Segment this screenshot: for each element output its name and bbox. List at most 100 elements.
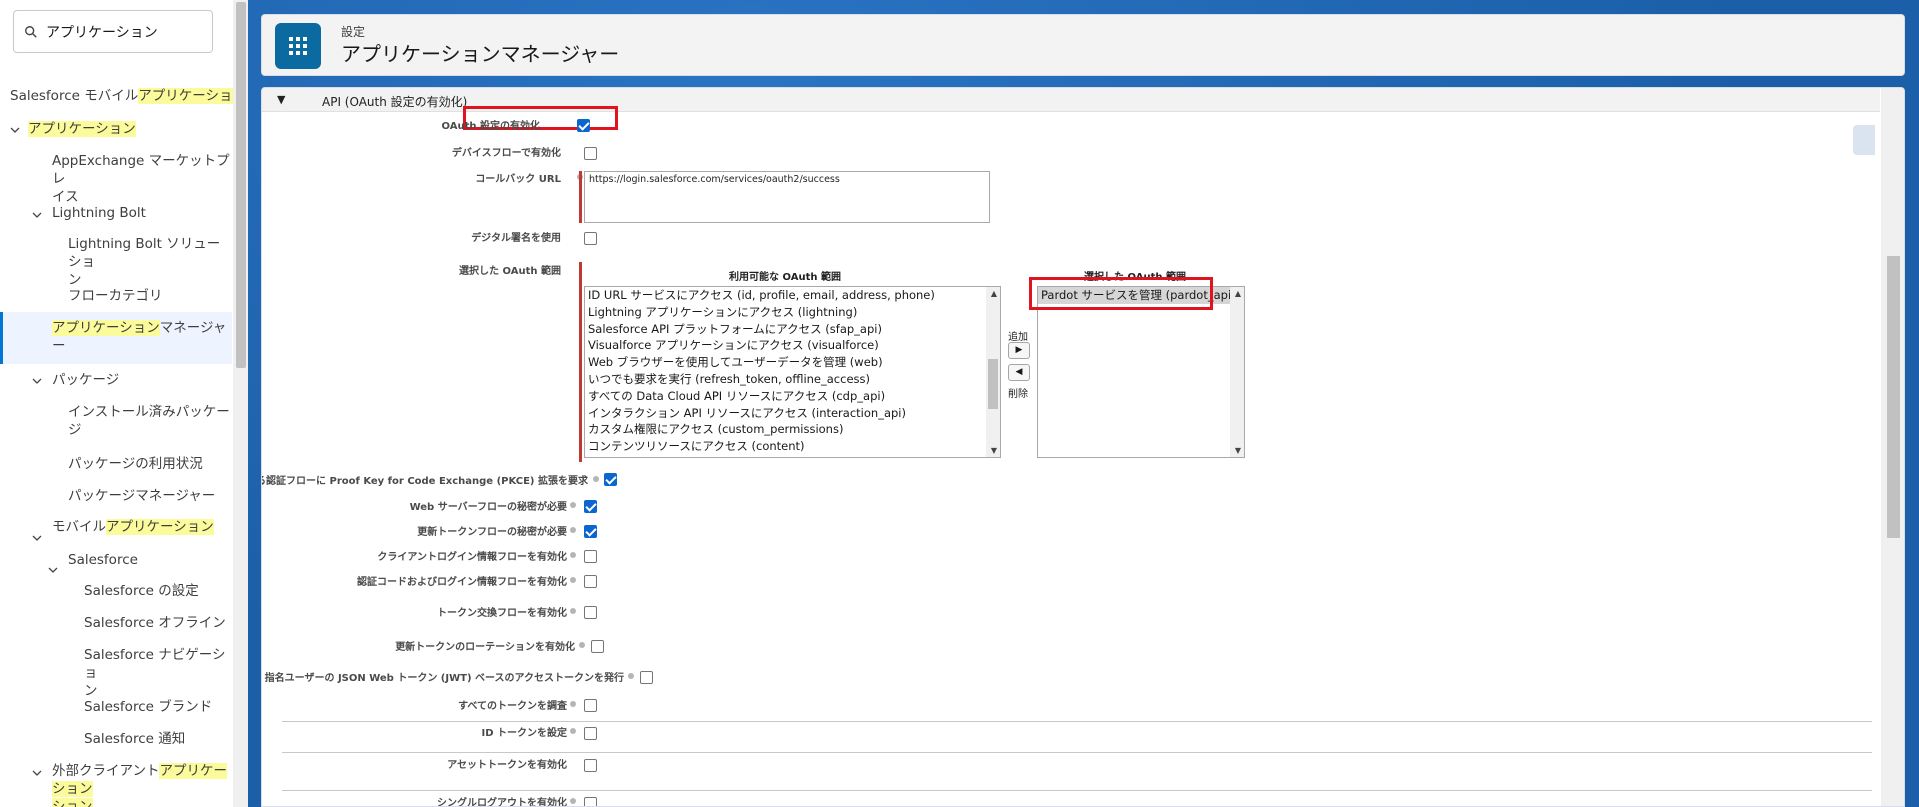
chevron-down-icon[interactable] xyxy=(47,564,59,576)
scope-option[interactable]: すべての Data Cloud API リソースにアクセス (cdp_api) xyxy=(585,388,1000,405)
search-input-value[interactable]: アプリケーション xyxy=(46,22,158,42)
scope-option[interactable]: ID URL サービスにアクセス (id, profile, email, ad… xyxy=(585,287,1000,304)
sidebar-item-salesforce-offline[interactable]: Salesforce オフライン xyxy=(84,614,226,632)
sidebar-item-flow-category[interactable]: フローカテゴリ xyxy=(68,287,163,305)
chevron-down-icon[interactable] xyxy=(9,124,21,136)
help-info-icon[interactable] xyxy=(579,642,585,648)
help-info-icon[interactable] xyxy=(570,527,576,533)
introspect-checkbox[interactable] xyxy=(584,699,597,712)
sidebar-item-lightning-bolt[interactable]: Lightning Bolt xyxy=(52,204,146,222)
app-grid-icon xyxy=(275,23,321,69)
auth-code-checkbox[interactable] xyxy=(584,575,597,588)
search-highlight: アプリケーション xyxy=(106,519,214,535)
sidebar-item-label: Lightning Bolt xyxy=(52,205,146,221)
token-exchange-checkbox[interactable] xyxy=(584,606,597,619)
sidebar-item-installed-packages[interactable]: インストール済みパッケー ジ xyxy=(68,403,232,439)
single-logout-label: シングルログアウトを有効化 xyxy=(437,798,567,807)
selected-scopes-listbox[interactable]: Pardot サービスを管理 (pardot_api) ▲ ▼ xyxy=(1037,286,1245,458)
sidebar-item-salesforce-settings[interactable]: Salesforce の設定 xyxy=(84,582,199,600)
scope-option[interactable]: Lightning アプリケーションにアクセス (lightning) xyxy=(585,304,1000,321)
token-exchange-label: トークン交換フローを有効化 xyxy=(437,608,567,619)
refresh-secret-label: 更新トークンフローの秘密が必要 xyxy=(417,527,567,538)
add-scope-button[interactable]: ▶ xyxy=(1008,342,1030,359)
help-info-icon[interactable] xyxy=(570,552,576,558)
quick-find-search[interactable]: アプリケーション xyxy=(13,10,213,53)
divider xyxy=(282,721,1872,722)
sidebar-item-package-manager[interactable]: パッケージマネージャー xyxy=(68,487,215,505)
help-info-icon[interactable] xyxy=(570,728,576,734)
asset-token-checkbox[interactable] xyxy=(584,759,597,772)
help-info-icon[interactable] xyxy=(570,577,576,583)
main-area: 設定 アプリケーションマネージャー ▼ API (OAuth 設定の有効化) O… xyxy=(248,0,1919,807)
listbox-scrollbar[interactable] xyxy=(1230,287,1244,457)
sidebar-item-bolt-solutions[interactable]: Lightning Bolt ソリューショ ン xyxy=(68,235,232,289)
add-label: 追加 xyxy=(1008,332,1028,343)
search-highlight: ション xyxy=(52,798,93,807)
scroll-up-icon[interactable]: ▲ xyxy=(991,289,997,298)
scope-option[interactable]: コンテンツリソースにアクセス (content) xyxy=(585,438,1000,455)
scroll-up-icon[interactable]: ▲ xyxy=(1235,289,1241,298)
sidebar-item-salesforce-branding[interactable]: Salesforce ブランド xyxy=(84,698,212,716)
available-scopes-listbox[interactable]: ID URL サービスにアクセス (id, profile, email, ad… xyxy=(584,286,1001,458)
help-info-icon[interactable] xyxy=(628,673,634,679)
introspect-label: すべてのトークンを調査 xyxy=(458,701,567,712)
listbox-scrollbar-thumb[interactable] xyxy=(988,359,998,409)
pkce-checkbox[interactable] xyxy=(604,473,617,486)
sidebar-scrollbar-thumb[interactable] xyxy=(236,2,246,368)
sidebar-item-app-manager[interactable]: アプリケーションマネージャ ー xyxy=(52,319,232,355)
sidebar-item-label: Salesforce オフライン xyxy=(84,615,226,631)
single-logout-checkbox[interactable] xyxy=(584,797,597,806)
refresh-secret-checkbox[interactable] xyxy=(584,525,597,538)
sidebar-item-appexchange[interactable]: AppExchange マーケットプレ イス xyxy=(52,152,232,206)
required-indicator xyxy=(579,262,582,462)
digital-signature-label: デジタル署名を使用 xyxy=(471,233,561,244)
asset-token-label: アセットトークンを有効化 xyxy=(447,760,567,771)
sidebar-item-label: パッケージマネージャー xyxy=(68,488,216,504)
scope-option[interactable]: Salesforce API プラットフォームにアクセス (sfap_api) xyxy=(585,321,1000,338)
scope-option[interactable]: いつでも要求を実行 (refresh_token, offline_access… xyxy=(585,371,1000,388)
help-info-icon[interactable] xyxy=(593,476,599,482)
client-credentials-checkbox[interactable] xyxy=(584,550,597,563)
page-header: 設定 アプリケーションマネージャー xyxy=(261,14,1905,76)
id-token-checkbox[interactable] xyxy=(584,727,597,740)
scroll-down-icon[interactable]: ▼ xyxy=(1235,446,1241,455)
help-info-icon[interactable] xyxy=(570,798,576,804)
sidebar-item-label: モバイル xyxy=(52,519,106,535)
chevron-down-icon[interactable] xyxy=(31,532,43,544)
sidebar-item-salesforce-mobile-app[interactable]: Salesforce モバイルアプリケーション xyxy=(10,87,246,105)
sidebar-item-applications[interactable]: アプリケーション xyxy=(28,120,136,138)
chevron-down-icon[interactable] xyxy=(31,375,43,387)
search-highlight: アプリケーション xyxy=(28,121,136,137)
chevron-down-icon[interactable] xyxy=(31,767,43,779)
callback-url-textarea[interactable]: https://login.salesforce.com/services/oa… xyxy=(584,171,990,223)
jwt-label: 指名ユーザーの JSON Web トークン (JWT) ベースのアクセストークン… xyxy=(264,673,624,684)
help-info-icon[interactable] xyxy=(570,502,576,508)
collapse-triangle-icon[interactable]: ▼ xyxy=(277,93,285,106)
scope-option[interactable]: インタラクション API リソースにアクセス (interaction_api) xyxy=(585,405,1000,422)
sidebar-item-packages[interactable]: パッケージ xyxy=(52,371,119,389)
web-server-secret-checkbox[interactable] xyxy=(584,500,597,513)
scope-option[interactable]: Visualforce アプリケーションにアクセス (visualforce) xyxy=(585,337,1000,354)
required-indicator xyxy=(579,171,582,223)
scroll-down-icon[interactable]: ▼ xyxy=(991,446,997,455)
refresh-rotation-checkbox[interactable] xyxy=(591,640,604,653)
sidebar-item-package-usage[interactable]: パッケージの利用状況 xyxy=(68,455,203,473)
sidebar-item-external-client-apps[interactable]: 外部クライアントアプリケーション ション xyxy=(52,762,232,807)
sidebar-item-mobile-apps[interactable]: モバイルアプリケーション xyxy=(52,518,214,536)
main-scrollbar-thumb[interactable] xyxy=(1887,256,1900,538)
chevron-down-icon[interactable] xyxy=(31,209,43,221)
remove-scope-button[interactable]: ◀ xyxy=(1008,364,1030,381)
collapse-panel-tab[interactable] xyxy=(1853,125,1875,155)
help-info-icon[interactable] xyxy=(570,608,576,614)
help-info-icon[interactable] xyxy=(570,701,576,707)
scope-option[interactable]: カスタム権限にアクセス (custom_permissions) xyxy=(585,421,1000,438)
sidebar-item-salesforce-notifications[interactable]: Salesforce 通知 xyxy=(84,730,185,748)
jwt-checkbox[interactable] xyxy=(640,671,653,684)
digital-signature-checkbox[interactable] xyxy=(584,232,597,245)
scope-option[interactable]: Web ブラウザーを使用してユーザーデータを管理 (web) xyxy=(585,354,1000,371)
device-flow-checkbox[interactable] xyxy=(584,147,597,160)
enable-oauth-checkbox[interactable] xyxy=(577,119,590,132)
sidebar-item-salesforce[interactable]: Salesforce xyxy=(68,551,138,569)
sidebar-item-salesforce-navigation[interactable]: Salesforce ナビゲーショ ン xyxy=(84,646,232,700)
divider xyxy=(282,752,1872,753)
